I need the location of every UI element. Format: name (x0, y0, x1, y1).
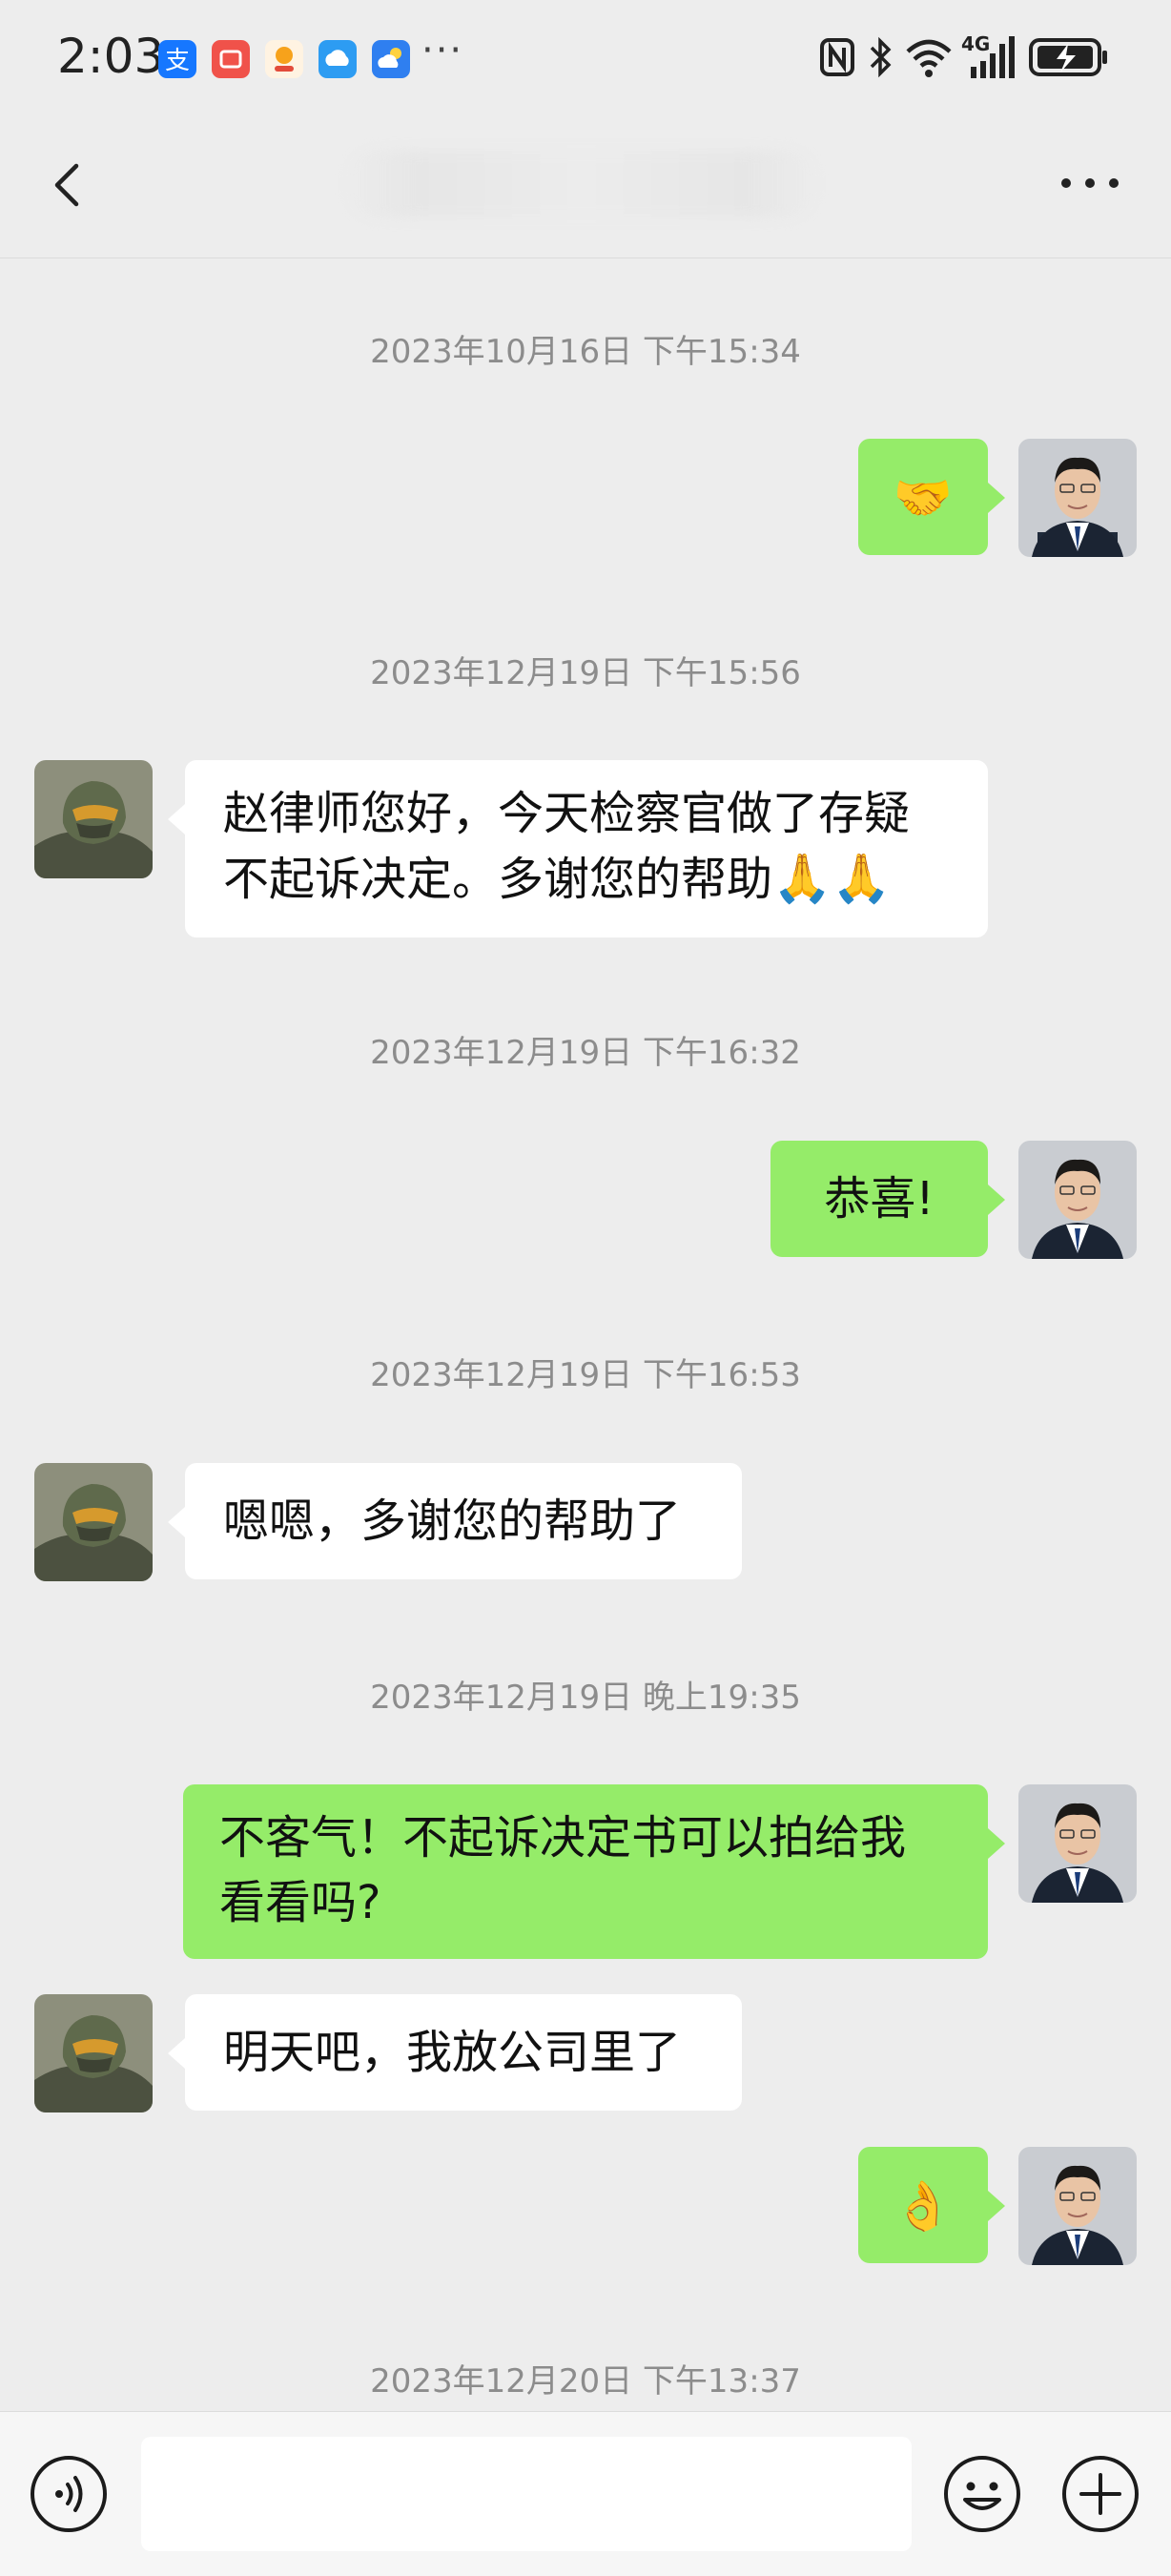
message-timestamp: 2023年10月16日 下午15:34 (370, 333, 801, 371)
received-message-bubble[interactable]: 赵律师您好，今天检察官做了存疑 不起诉决定。多谢您的帮助🙏🙏 (168, 760, 988, 938)
message-timestamp: 2023年12月19日 下午16:53 (370, 1356, 801, 1394)
sent-message-bubble[interactable]: 👌 (858, 2147, 1005, 2263)
message-input[interactable] (141, 2437, 912, 2551)
sent-message-bubble[interactable]: 不客气！不起诉决定书可以拍给我 看看吗? (183, 1784, 1005, 1959)
status-time: 2:03 (57, 29, 165, 84)
message-text-line: 不客气！不起诉决定书可以拍给我 (219, 1811, 907, 1865)
message-timestamp: 2023年12月19日 下午16:32 (370, 1034, 801, 1072)
my-avatar[interactable] (1018, 1141, 1137, 1259)
handshake-emoji: 🤝 (893, 470, 954, 526)
chat-header (0, 114, 1171, 258)
cloud-app-icon (318, 40, 357, 78)
ok-hand-emoji: 👌 (893, 2178, 954, 2234)
message-text-line: 赵律师您好，今天检察官做了存疑 (223, 787, 911, 840)
signal-icon: 4G (961, 32, 1018, 82)
status-bar: 2:03 支 ··· 4G (0, 0, 1171, 114)
battery-charging-icon (1029, 38, 1107, 76)
message-text-line: 不起诉决定。多谢您的帮助 (223, 853, 773, 906)
nfc-icon (820, 38, 854, 76)
my-avatar[interactable] (1018, 439, 1137, 557)
message-text: 明天吧，我放公司里了 (223, 2026, 682, 2079)
emoji-icon[interactable] (942, 2454, 1022, 2534)
alipay-icon: 支 (158, 40, 196, 78)
message-timestamp: 2023年12月20日 下午13:37 (370, 2362, 801, 2401)
svg-text:支: 支 (165, 47, 190, 75)
contact-avatar[interactable] (34, 1994, 153, 2112)
message-input-bar (0, 2411, 1171, 2576)
sent-message-bubble[interactable]: 🤝 (858, 439, 1005, 555)
food-app-icon (265, 40, 303, 78)
message-text-line: 看看吗? (219, 1876, 381, 1929)
voice-icon[interactable] (29, 2454, 109, 2534)
wifi-icon (906, 39, 952, 77)
plus-icon[interactable] (1060, 2454, 1140, 2534)
message-text: 恭喜! (824, 1172, 935, 1226)
shopping-app-icon (212, 40, 250, 78)
message-timestamp: 2023年12月19日 晚上19:35 (370, 1679, 801, 1717)
pray-emoji: 🙏🙏 (772, 851, 892, 906)
received-message-bubble[interactable]: 嗯嗯，多谢您的帮助了 (168, 1463, 742, 1579)
weather-app-icon (372, 40, 410, 78)
sent-message-bubble[interactable]: 恭喜! (770, 1141, 1005, 1257)
contact-avatar[interactable] (34, 1463, 153, 1581)
chat-title-redacted (343, 151, 820, 217)
chevron-left-icon[interactable] (40, 156, 97, 214)
bluetooth-icon (870, 36, 892, 78)
message-text: 嗯嗯，多谢您的帮助了 (223, 1494, 682, 1548)
message-timestamp: 2023年12月19日 下午15:56 (370, 654, 801, 692)
received-message-bubble[interactable]: 明天吧，我放公司里了 (168, 1994, 742, 2111)
my-avatar[interactable] (1018, 2147, 1137, 2265)
my-avatar[interactable] (1018, 1784, 1137, 1903)
contact-avatar[interactable] (34, 760, 153, 878)
more-dots-icon[interactable] (1057, 164, 1123, 202)
more-notifications-indicator: ··· (421, 29, 464, 72)
